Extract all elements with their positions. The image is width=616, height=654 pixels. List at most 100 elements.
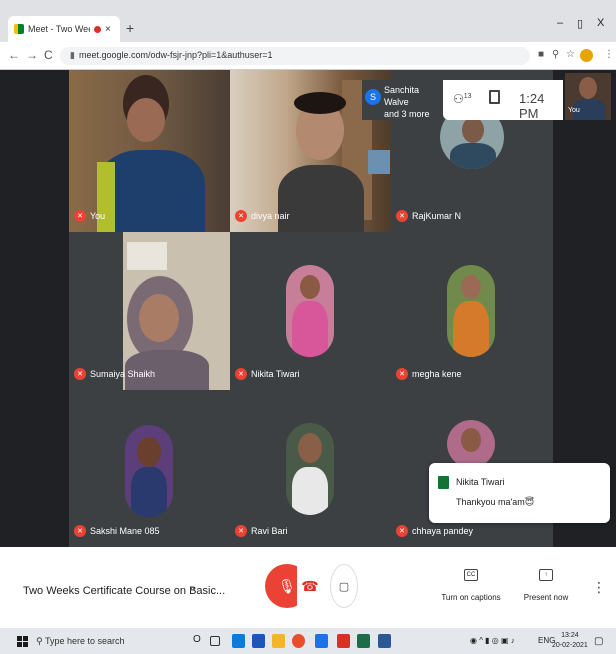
app-icon[interactable] xyxy=(252,634,265,648)
participant-tile[interactable]: ✕ Ravi Bari xyxy=(230,390,391,547)
cortana-icon[interactable]: O xyxy=(193,634,206,648)
participant-tile[interactable]: ✕ Sakshi Mane 085 xyxy=(69,390,230,547)
chat-sender: Nikita Tiwari xyxy=(456,477,505,487)
notification-icon[interactable]: ▢ xyxy=(594,636,603,647)
participant-name: Sumaiya Shaikh xyxy=(90,369,156,379)
mic-off-icon: ✕ xyxy=(74,525,86,537)
window-close-button[interactable]: X xyxy=(597,17,604,29)
people-count: 13 xyxy=(463,93,472,100)
mic-off-icon: ✕ xyxy=(235,525,247,537)
edge-icon[interactable] xyxy=(232,634,245,648)
tab-close-button[interactable]: × xyxy=(105,24,111,35)
captions-label: Turn on captions xyxy=(441,593,501,602)
mic-off-icon: ✕ xyxy=(235,210,247,222)
present-icon: ↑ xyxy=(539,569,553,581)
file-explorer-icon[interactable] xyxy=(272,634,285,648)
present-now-button[interactable]: ↑ Present now xyxy=(520,569,572,602)
app-icon[interactable] xyxy=(357,634,370,648)
participant-tile[interactable]: ✕ Nikita Tiwari xyxy=(230,232,391,390)
mic-off-icon: ✕ xyxy=(74,210,86,222)
participant-name: chhaya pandey xyxy=(412,526,474,536)
participant-name: RajKumar N xyxy=(412,211,462,221)
self-view-label: You xyxy=(568,107,580,114)
participant-tile[interactable]: ✕ Sumaiya Shaikh xyxy=(69,232,230,390)
app-icon[interactable] xyxy=(315,634,328,648)
participant-name: Sakshi Mane 085 xyxy=(90,526,160,536)
taskbar-date: 20-02-2021 xyxy=(552,642,588,649)
camera-indicator-icon[interactable]: ■ xyxy=(538,49,544,60)
self-view-tile[interactable]: You xyxy=(565,73,611,120)
profile-avatar[interactable] xyxy=(580,49,593,62)
captions-icon: CC xyxy=(464,569,478,581)
participant-tile[interactable]: ✕ You xyxy=(69,70,230,232)
url-text: meet.google.com/odw-fsjr-jnp?pli=1&authu… xyxy=(78,50,273,60)
browser-tab-bar: Meet - Two Weeks Certificat × + – ▯ X xyxy=(0,0,616,42)
zoom-icon[interactable]: ⚲ xyxy=(552,49,559,60)
participant-name: megha kene xyxy=(412,369,462,379)
meet-top-overlay: ⚇13 1:24 PM xyxy=(443,80,563,121)
participant-name: divya nair xyxy=(251,211,290,221)
meet-favicon-icon xyxy=(14,24,24,34)
taskbar-time: 13:24 xyxy=(561,632,579,639)
camera-icon: ▢ xyxy=(338,580,350,593)
app-icon[interactable] xyxy=(378,634,391,648)
recording-dot-icon xyxy=(94,25,101,33)
windows-start-icon[interactable] xyxy=(17,636,28,647)
mic-off-icon: ✕ xyxy=(235,368,247,380)
browser-menu-icon[interactable]: ⋮ xyxy=(604,49,614,60)
turn-on-captions-button[interactable]: CC Turn on captions xyxy=(440,569,502,602)
presenter-line1: Sanchita Walve xyxy=(384,85,420,107)
participant-name: Ravi Bari xyxy=(251,526,288,536)
presenter-line2: and 3 more xyxy=(384,109,430,119)
people-icon[interactable]: ⚇13 xyxy=(453,92,472,106)
new-tab-button[interactable]: + xyxy=(126,20,134,36)
browser-tab[interactable]: Meet - Two Weeks Certificat × xyxy=(8,16,120,42)
window-minimize-button[interactable]: – xyxy=(557,17,563,29)
participant-name: Nikita Tiwari xyxy=(251,369,300,379)
presenter-label: Sanchita Walve and 3 more xyxy=(384,84,442,120)
tab-title: Meet - Two Weeks Certificat xyxy=(28,24,90,34)
taskbar-search[interactable]: ⚲ Type here to search xyxy=(36,632,176,650)
window-restore-button[interactable]: ▯ xyxy=(577,17,583,30)
tray-icons[interactable]: ◉ ^ ▮ ◎ ▣ ♪ xyxy=(470,636,515,645)
more-options-button[interactable]: ⋮ xyxy=(592,579,606,596)
url-field[interactable]: ▮ meet.google.com/odw-fsjr-jnp?pli=1&auth… xyxy=(60,47,530,65)
back-button[interactable]: ← xyxy=(8,48,20,62)
meet-control-bar: Two Weeks Certificate Course on Basic...… xyxy=(0,547,616,628)
meeting-time: 1:24 PM xyxy=(519,91,545,121)
present-label: Present now xyxy=(523,593,569,602)
participant-avatar xyxy=(286,265,334,357)
reload-button[interactable]: C xyxy=(44,48,53,62)
chat-icon[interactable] xyxy=(489,90,500,104)
participant-avatar xyxy=(286,423,334,515)
participant-tile[interactable]: ✕ megha kene xyxy=(391,232,553,390)
chat-notification[interactable]: Nikita Tiwari Thankyou ma'am😇 xyxy=(429,463,610,523)
meeting-details-caret-icon[interactable]: ^ xyxy=(190,585,195,597)
mic-off-icon: ✕ xyxy=(396,210,408,222)
participant-avatar xyxy=(125,425,173,517)
presenter-avatar: S xyxy=(365,89,381,105)
chat-message: Thankyou ma'am😇 xyxy=(456,497,535,507)
address-bar-row: ← → C ▮ meet.google.com/odw-fsjr-jnp?pli=… xyxy=(0,42,616,70)
windows-taskbar: ⚲ Type here to search O ◉ ^ ▮ ◎ ▣ ♪ ENG … xyxy=(0,628,616,654)
mic-off-icon: ✕ xyxy=(396,368,408,380)
participant-avatar xyxy=(447,420,495,468)
presenter-chip[interactable]: S Sanchita Walve and 3 more xyxy=(362,80,443,120)
mic-off-icon: ✕ xyxy=(74,368,86,380)
chrome-icon[interactable] xyxy=(292,634,305,648)
acrobat-icon[interactable] xyxy=(337,634,350,648)
lock-icon: ▮ xyxy=(70,50,75,60)
mic-off-icon: 🎙 xyxy=(278,577,296,594)
taskbar-search-placeholder: Type here to search xyxy=(44,636,125,646)
participant-name: You xyxy=(90,211,106,221)
camera-toggle-button[interactable]: ▢ xyxy=(330,564,358,608)
chat-message-icon xyxy=(438,476,449,489)
bookmark-star-icon[interactable]: ☆ xyxy=(566,49,575,60)
hangup-icon: ☎ xyxy=(301,577,319,594)
mic-off-icon: ✕ xyxy=(396,525,408,537)
participant-avatar xyxy=(447,265,495,357)
leave-call-button[interactable]: ☎ xyxy=(297,564,323,608)
forward-button[interactable]: → xyxy=(26,48,38,62)
taskbar-clock[interactable]: 13:24 20-02-2021 xyxy=(552,631,588,651)
task-view-icon[interactable] xyxy=(210,636,220,646)
